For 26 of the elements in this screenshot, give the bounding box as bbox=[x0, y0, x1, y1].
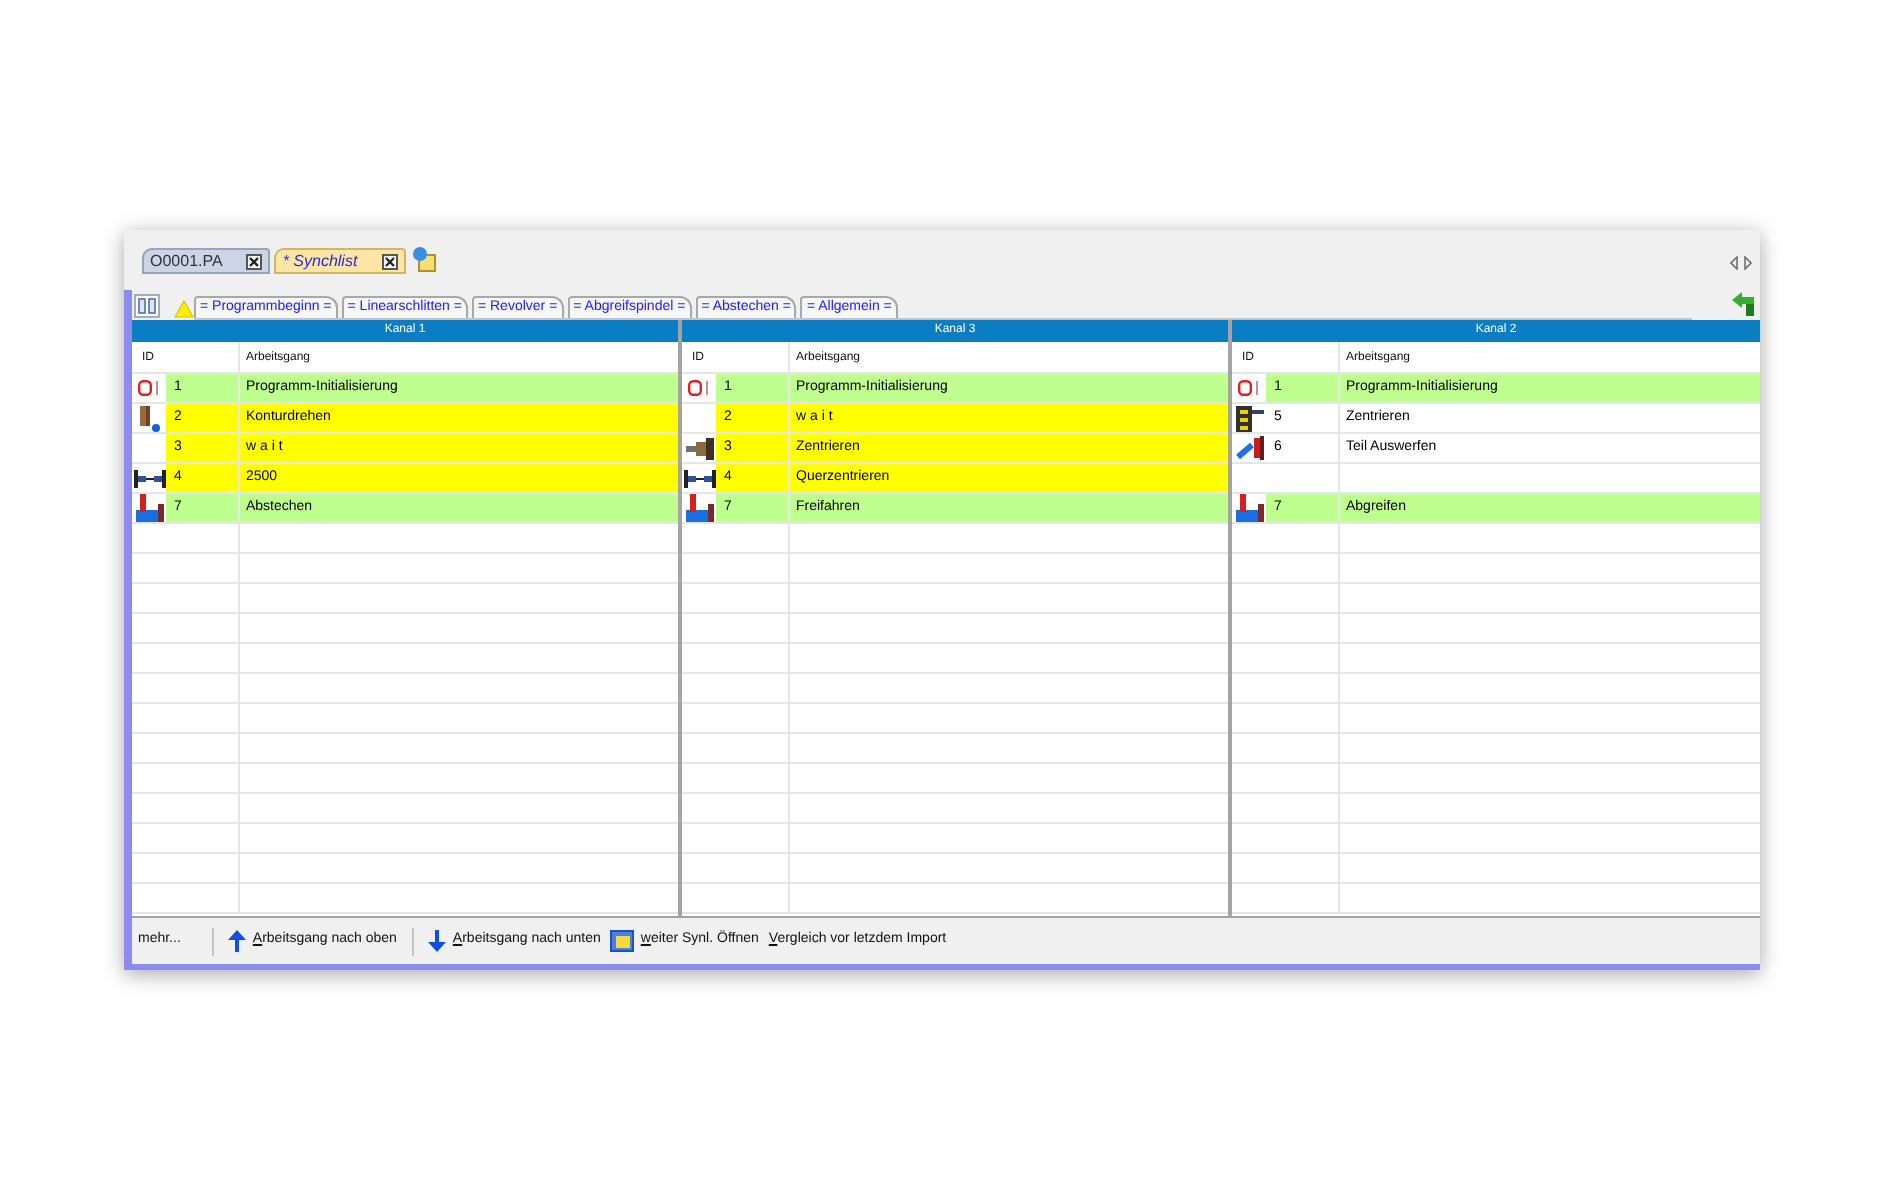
window-icon bbox=[610, 930, 635, 952]
document-tab[interactable]: * Synchlist bbox=[274, 248, 406, 274]
ring-icon bbox=[688, 380, 710, 396]
arrow-icon[interactable] bbox=[1732, 292, 1754, 316]
ring-icon bbox=[138, 380, 160, 396]
arrow-up-icon bbox=[228, 930, 247, 952]
tool-icon bbox=[139, 405, 159, 431]
scroll-right-icon[interactable] bbox=[1744, 256, 1752, 270]
drill-icon bbox=[685, 437, 713, 459]
machine-icon bbox=[135, 494, 163, 522]
view-button[interactable] bbox=[134, 294, 160, 318]
clamp-icon bbox=[133, 469, 165, 487]
close-icon[interactable] bbox=[381, 253, 398, 269]
scroll-left-icon[interactable] bbox=[1730, 256, 1738, 270]
clamp-icon bbox=[683, 469, 715, 487]
ejector-icon bbox=[1235, 436, 1263, 460]
ring-icon bbox=[1238, 380, 1260, 396]
arrow-down-icon bbox=[428, 930, 447, 952]
columns-icon bbox=[138, 298, 156, 314]
close-icon[interactable] bbox=[246, 253, 263, 269]
triangle-icon bbox=[174, 300, 194, 318]
machine-icon bbox=[685, 494, 713, 522]
new-document-icon[interactable] bbox=[411, 246, 436, 272]
fixture-icon bbox=[1235, 405, 1263, 431]
machine-icon bbox=[1235, 494, 1263, 522]
document-tab[interactable]: O0001.PA bbox=[142, 248, 271, 274]
